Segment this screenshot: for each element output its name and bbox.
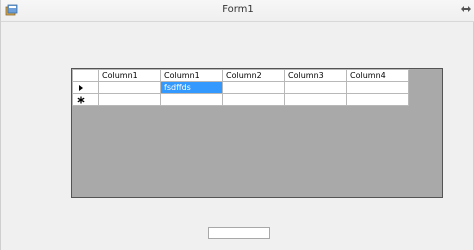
column-header-row: Column1 Column1 Column2 Column3 Column4 [72,69,409,82]
new-row [72,93,409,106]
grid-cell-selected[interactable]: fsdffds [160,81,223,94]
grid-cell[interactable] [284,93,347,106]
title-bar[interactable]: Form1 [1,0,474,22]
current-row-arrow-icon [79,84,83,91]
column-header[interactable]: Column4 [346,69,409,82]
grid-cell[interactable] [284,81,347,94]
column-header[interactable]: Column2 [222,69,285,82]
grid-cell[interactable] [98,81,161,94]
resize-arrows-icon[interactable] [461,5,471,13]
grid-cell[interactable] [98,93,161,106]
top-left-header-cell[interactable] [72,69,99,82]
data-grid-view[interactable]: Column1 Column1 Column2 Column3 Column4 … [71,68,443,198]
grid-cell[interactable] [346,81,409,94]
column-header[interactable]: Column3 [284,69,347,82]
grid-cell[interactable] [346,93,409,106]
table-row: fsdffds [72,81,409,94]
grid-cell[interactable] [160,93,223,106]
grid-cell[interactable] [222,93,285,106]
column-header[interactable]: Column1 [160,69,223,82]
grid-cell[interactable] [222,81,285,94]
form-window: Form1 Column1 Column1 Column2 Column3 Co… [0,0,474,250]
text-input[interactable] [208,227,270,239]
row-header-cell[interactable] [72,81,99,94]
column-header[interactable]: Column1 [98,69,161,82]
row-header-cell[interactable] [72,93,99,106]
window-title: Form1 [222,4,254,15]
grid-table: Column1 Column1 Column2 Column3 Column4 … [72,69,409,106]
new-row-asterisk-icon [77,96,85,103]
